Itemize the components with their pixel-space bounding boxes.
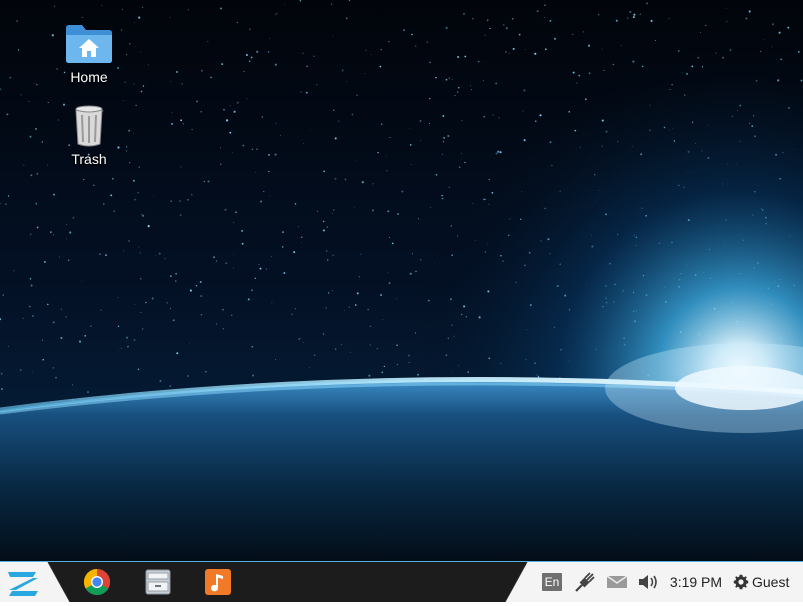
keyboard-layout-indicator[interactable]: En xyxy=(540,562,564,601)
user-menu[interactable]: Guest xyxy=(733,562,799,601)
keyboard-layout-label: En xyxy=(541,572,563,591)
desktop-icon-trash[interactable]: Trash xyxy=(54,104,124,167)
trash-icon xyxy=(75,105,103,147)
mail-indicator[interactable] xyxy=(604,562,630,601)
network-indicator[interactable] xyxy=(572,562,598,601)
launcher-chrome[interactable] xyxy=(82,567,112,597)
network-wired-icon xyxy=(575,571,595,592)
zorin-logo-icon xyxy=(8,572,38,596)
volume-icon xyxy=(639,574,657,589)
mail-icon xyxy=(606,574,628,588)
chrome-icon xyxy=(83,568,111,596)
music-player-icon xyxy=(205,569,231,595)
clock[interactable]: 3:19 PM xyxy=(666,562,726,601)
desktop-icon-home[interactable]: Home xyxy=(54,22,124,85)
desktop-icon-label: Home xyxy=(70,69,108,85)
user-name: Guest xyxy=(752,573,790,590)
taskbar: En 3:19 PM Guest xyxy=(0,561,803,602)
home-folder-icon xyxy=(66,25,112,63)
desktop-icon-label: Trash xyxy=(71,151,107,167)
launcher-music-player[interactable] xyxy=(203,567,233,597)
volume-indicator[interactable] xyxy=(635,562,661,601)
launcher-file-manager[interactable] xyxy=(143,567,173,597)
desktop[interactable]: Home Trash xyxy=(0,0,803,561)
start-menu-button[interactable] xyxy=(0,562,48,601)
gear-icon xyxy=(733,574,749,589)
file-manager-icon xyxy=(145,569,171,595)
system-tray: En 3:19 PM Guest xyxy=(528,562,803,601)
